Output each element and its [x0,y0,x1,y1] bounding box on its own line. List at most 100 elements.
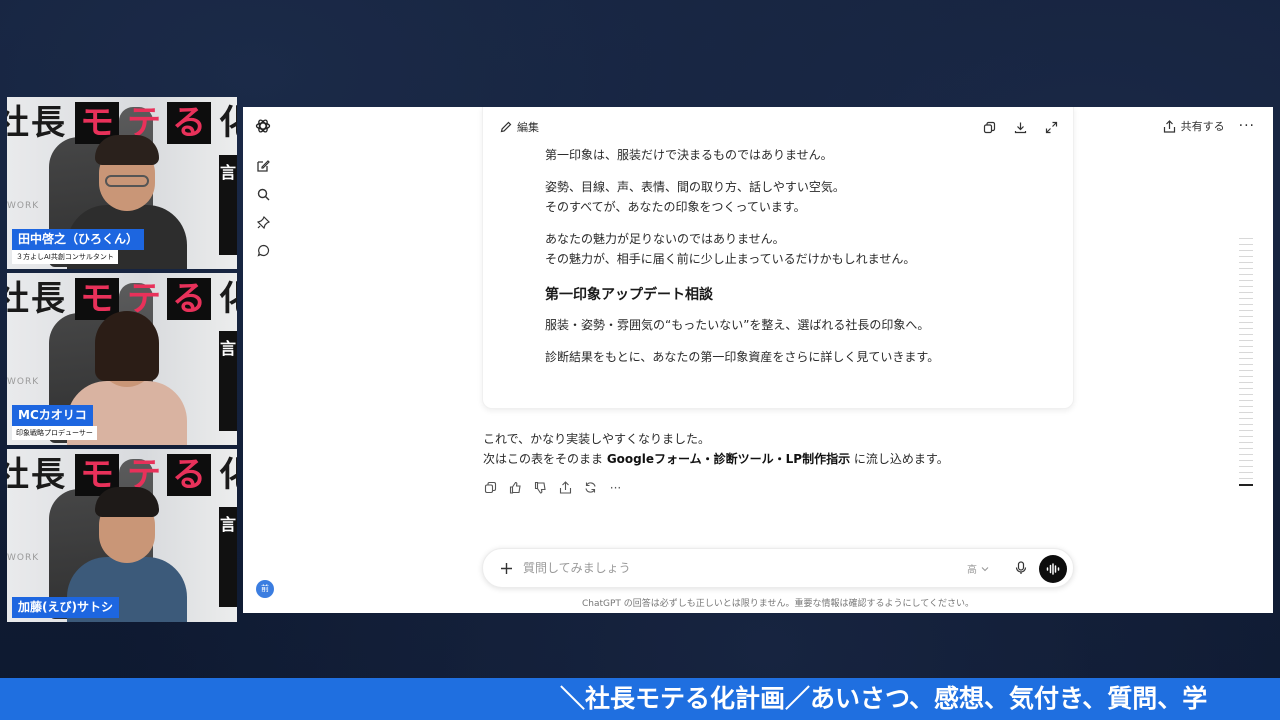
model-selector[interactable]: 高 [967,561,989,576]
new-chat-icon[interactable] [255,158,271,174]
minimap-tick [1239,334,1253,335]
minimap-tick [1239,250,1253,251]
canvas-toolbar: 編集 [483,119,1073,139]
doc-paragraph: そのすべてが、あなたの印象をつくっています。 [545,200,806,214]
minimap-tick [1239,304,1253,305]
disclaimer-text: ChatGPT の回答は必ずしも正しいとは限りません。重要な情報は確認するように… [582,599,974,609]
share-icon[interactable] [558,480,573,495]
document-body: 第一印象は、服装だけで決まるものではありません。 姿勢、目線、声、表情、間の取り… [545,145,1045,367]
edit-label: 編集 [517,121,539,134]
minimap-tick [1239,262,1253,263]
poster-work-text: WORK [7,377,40,387]
poster-glyph: 化 [219,103,237,143]
minimap-tick [1239,322,1253,323]
copy-icon[interactable] [483,480,498,495]
poster-glyph: 社 [7,103,29,143]
poster-glyph: 社 [7,455,29,495]
participant-name-tag: 田中啓之（ひろくん） [12,229,145,250]
participant-video[interactable]: 社長モテる化言 WORK 田中啓之（ひろくん） ３方よしAI共創コンサルタント [7,97,237,269]
poster-work-text: WORK [7,201,40,211]
poster-glyph: る [167,278,211,320]
expand-icon[interactable] [1043,119,1059,135]
minimap-tick [1239,352,1253,353]
more-options-icon[interactable]: ··· [608,480,623,495]
thumbs-down-icon[interactable] [533,480,548,495]
reply-text: に流し込めます。 [850,452,949,466]
minimap-tick [1239,466,1253,467]
search-icon[interactable] [255,186,271,202]
doc-heading: 第一印象アップデート相談 [545,287,713,303]
pencil-icon [500,121,512,133]
poster-side-bar: 言 [219,155,237,255]
sidebar-rail: 前 [243,107,283,613]
user-avatar[interactable]: 前 [256,580,274,598]
reply-line: これで、かなり実装しやすくなりました。 [483,432,711,446]
poster-glyph: 言 [219,515,236,534]
minimap-tick [1239,436,1253,437]
poster-glyph: 言 [219,163,236,182]
download-icon[interactable] [1012,119,1028,135]
participant-hair [95,487,159,517]
chatgpt-window: 前 共有する ··· 編集 第一印象は、服装だけで決まるものではありません。 姿… [243,107,1273,613]
voice-mode-button[interactable] [1039,555,1067,583]
doc-paragraph: あなたの魅力が足りないのではありません。 [545,232,785,246]
chat-bubble-icon[interactable] [255,242,271,258]
poster-glyph: 社 [7,279,29,319]
doc-paragraph: 第一印象は、服装だけで決まるものではありません。 [545,148,833,162]
model-label: 高 [967,565,977,576]
doc-paragraph: 診断結果をもとに、あなたの第一印象資産をさらに詳しく見ていきます。 [545,350,940,364]
minimap-tick [1239,328,1253,329]
minimap-tick [1239,364,1253,365]
minimap-tick [1239,442,1253,443]
pin-icon[interactable] [255,214,271,230]
more-options-icon[interactable]: ··· [1239,118,1255,134]
minimap-tick [1239,472,1253,473]
minimap-tick [1239,346,1253,347]
share-label: 共有する [1180,120,1225,133]
poster-glyph: 長 [31,455,65,495]
scroll-minimap[interactable] [1239,238,1253,491]
participant-video[interactable]: 社長モテる化言 WORK MCカオリコ 印象戦略プロデューサー [7,273,237,445]
share-button[interactable]: 共有する [1163,118,1225,134]
minimap-tick [1239,400,1253,401]
poster-glyph: 長 [31,279,65,319]
minimap-tick [1239,460,1253,461]
share-icon [1163,119,1175,133]
minimap-tick [1239,340,1253,341]
message-actions: ··· [483,480,623,495]
minimap-tick [1239,412,1253,413]
participant-role-tag: ３方よしAI共創コンサルタント [12,250,118,264]
doc-paragraph: 姿勢、目線、声、表情、間の取り方、話しやすい空気。 [545,180,845,194]
copy-icon[interactable] [981,119,997,135]
participant-role-tag: 印象戦略プロデューサー [12,426,97,440]
plus-icon[interactable] [497,559,515,577]
poster-glyph: 長 [31,103,65,143]
doc-paragraph: その魅力が、相手に届く前に少し止まっているだけかもしれません。 [545,252,916,266]
message-composer: 高 [482,548,1074,588]
minimap-tick [1239,256,1253,257]
participant-hair [95,311,159,381]
thumbs-up-icon[interactable] [508,480,523,495]
minimap-tick [1239,238,1253,239]
minimap-tick [1239,244,1253,245]
assistant-reply: これで、かなり実装しやすくなりました。 次はこの表をそのまま Googleフォー… [483,429,1043,469]
doc-paragraph: 服装・姿勢・雰囲気の“もったいない”を整え、選ばれる社長の印象へ。 [545,318,930,332]
minimap-tick [1239,478,1253,479]
poster-glyph: 言 [219,339,236,358]
microphone-icon[interactable] [1013,560,1029,576]
minimap-tick [1239,274,1253,275]
participant-video[interactable]: 社長モテる化言 WORK 加藤(えび)サトシ [7,449,237,622]
edit-button[interactable]: 編集 [500,119,539,135]
minimap-tick [1239,298,1253,299]
openai-logo-icon[interactable] [255,118,271,134]
regenerate-icon[interactable] [583,480,598,495]
poster-glyph: 化 [219,455,237,495]
message-input[interactable] [523,557,903,579]
participant-hair [95,135,159,165]
participant-name-tag: MCカオリコ [12,405,93,426]
poster-glyph: る [167,102,211,144]
minimap-tick [1239,268,1253,269]
poster-side-bar: 言 [219,507,237,607]
poster-glyph: る [167,454,211,496]
poster-work-text: WORK [7,553,40,563]
